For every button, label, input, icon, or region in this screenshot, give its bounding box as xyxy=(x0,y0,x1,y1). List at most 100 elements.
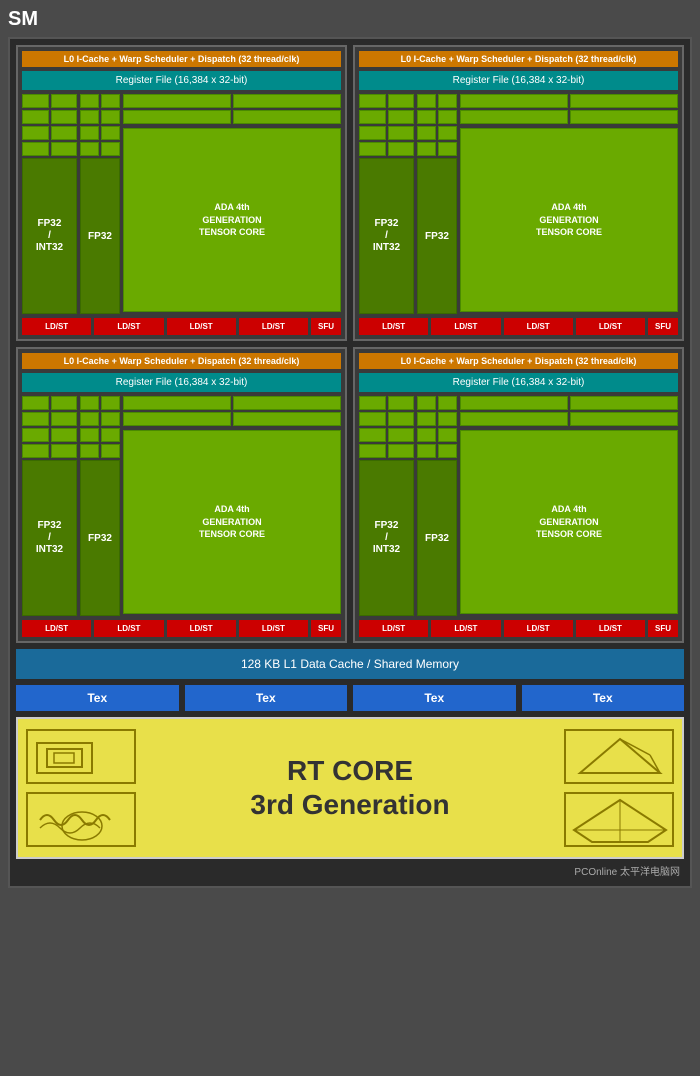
tensor-4: ADA 4th GENERATION TENSOR CORE xyxy=(460,396,678,616)
ldst-1-1: LD/ST xyxy=(22,318,91,335)
sc-7 xyxy=(22,142,49,156)
left-col-1: FP32 / INT32 xyxy=(22,94,77,314)
bvh-icon-svg xyxy=(32,733,130,781)
sc-t3 xyxy=(123,110,231,124)
tensor-3: ADA 4th GENERATION TENSOR CORE xyxy=(123,396,341,616)
ldst-2-4: LD/ST xyxy=(576,318,645,335)
rt-core-left xyxy=(26,729,146,847)
ldst-4-3: LD/ST xyxy=(504,620,573,637)
warp-scheduler-bar-2: L0 I-Cache + Warp Scheduler + Dispatch (… xyxy=(359,51,678,67)
mid-col-4: FP32 xyxy=(417,396,457,616)
warp-scheduler-bar-4: L0 I-Cache + Warp Scheduler + Dispatch (… xyxy=(359,353,678,369)
fp32-3: FP32 xyxy=(80,460,120,616)
ldst-3-4: LD/ST xyxy=(239,620,308,637)
ldst-4-4: LD/ST xyxy=(576,620,645,637)
mid-col-1: FP32 xyxy=(80,94,120,314)
register-file-bar-2: Register File (16,384 x 32-bit) xyxy=(359,71,678,90)
small-cells-top-2 xyxy=(359,94,414,156)
quadrant-3: L0 I-Cache + Warp Scheduler + Dispatch (… xyxy=(16,347,347,643)
left-col-3: FP32 / INT32 xyxy=(22,396,77,616)
sc-t1 xyxy=(123,94,231,108)
ldst-4-2: LD/ST xyxy=(431,620,500,637)
small-cells-top-1 xyxy=(22,94,77,156)
sm-outer-box: L0 I-Cache + Warp Scheduler + Dispatch (… xyxy=(8,37,692,888)
tensor-1: ADA 4th GENERATION TENSOR CORE xyxy=(123,94,341,314)
tensor-2: ADA 4th GENERATION TENSOR CORE xyxy=(460,94,678,314)
procedural-icon xyxy=(26,792,136,847)
fp32-int32-4: FP32 / INT32 xyxy=(359,460,414,616)
bottom-units-4: LD/ST LD/ST LD/ST LD/ST SFU xyxy=(359,620,678,637)
tex-row: Tex Tex Tex Tex xyxy=(16,685,684,711)
ldst-1-4: LD/ST xyxy=(239,318,308,335)
mid-col-3: FP32 xyxy=(80,396,120,616)
sc-1 xyxy=(22,94,49,108)
ldst-3-2: LD/ST xyxy=(94,620,163,637)
triangle-icon xyxy=(564,729,674,784)
fp32-4: FP32 xyxy=(417,460,457,616)
ldst-2-3: LD/ST xyxy=(504,318,573,335)
quadrant-2: L0 I-Cache + Warp Scheduler + Dispatch (… xyxy=(353,45,684,341)
tensor-core-2: ADA 4th GENERATION TENSOR CORE xyxy=(460,128,678,312)
small-cells-mid-top-1 xyxy=(80,94,120,156)
tex-unit-1: Tex xyxy=(16,685,179,711)
sm-title: SM xyxy=(8,8,692,31)
tex-unit-2: Tex xyxy=(185,685,348,711)
tex-unit-3: Tex xyxy=(353,685,516,711)
sc-2 xyxy=(51,94,78,108)
tensor-core-1: ADA 4th GENERATION TENSOR CORE xyxy=(123,128,341,312)
ldst-2-1: LD/ST xyxy=(359,318,428,335)
sc-m6 xyxy=(101,126,120,140)
ldst-4-1: LD/ST xyxy=(359,620,428,637)
sc-3 xyxy=(22,110,49,124)
sc-5 xyxy=(22,126,49,140)
fp32-int32-2: FP32 / INT32 xyxy=(359,158,414,314)
tex-unit-4: Tex xyxy=(522,685,685,711)
ldst-2-2: LD/ST xyxy=(431,318,500,335)
fp32-1: FP32 xyxy=(80,158,120,314)
sc-m8 xyxy=(101,142,120,156)
fp32-int32-1: FP32 / INT32 xyxy=(22,158,77,314)
cores-main-3: FP32 / INT32 FP32 xyxy=(22,396,341,616)
rt-core-title: RT CORE 3rd Generation xyxy=(146,754,554,821)
quadrant-1: L0 I-Cache + Warp Scheduler + Dispatch (… xyxy=(16,45,347,341)
tensor-core-4: ADA 4th GENERATION TENSOR CORE xyxy=(460,430,678,614)
fp32-2: FP32 xyxy=(417,158,457,314)
sc-m3 xyxy=(80,110,99,124)
ldst-1-2: LD/ST xyxy=(94,318,163,335)
quadrant-4: L0 I-Cache + Warp Scheduler + Dispatch (… xyxy=(353,347,684,643)
geometry-icon xyxy=(564,792,674,847)
watermark: PCOnline 太平洋电脑网 xyxy=(16,861,684,880)
register-file-bar-3: Register File (16,384 x 32-bit) xyxy=(22,373,341,392)
ldst-3-1: LD/ST xyxy=(22,620,91,637)
sc-m5 xyxy=(80,126,99,140)
cores-main-4: FP32 / INT32 FP32 xyxy=(359,396,678,616)
rt-core-right xyxy=(554,729,674,847)
fp32-int32-3: FP32 / INT32 xyxy=(22,460,77,616)
register-file-bar-4: Register File (16,384 x 32-bit) xyxy=(359,373,678,392)
triangle-icon-svg xyxy=(570,733,668,781)
ldst-1-3: LD/ST xyxy=(167,318,236,335)
bottom-units-1: LD/ST LD/ST LD/ST LD/ST SFU xyxy=(22,318,341,335)
cores-main-2: FP32 / INT32 FP32 xyxy=(359,94,678,314)
sfu-3: SFU xyxy=(311,620,341,637)
sfu-2: SFU xyxy=(648,318,678,335)
sc-6 xyxy=(51,126,78,140)
mid-col-2: FP32 xyxy=(417,94,457,314)
rt-core-center: RT CORE 3rd Generation xyxy=(146,754,554,821)
warp-scheduler-bar-1: L0 I-Cache + Warp Scheduler + Dispatch (… xyxy=(22,51,341,67)
rt-core-box: RT CORE 3rd Generation xyxy=(16,717,684,859)
bvh-icon xyxy=(26,729,136,784)
sc-t2 xyxy=(233,94,341,108)
sfu-1: SFU xyxy=(311,318,341,335)
register-file-bar-1: Register File (16,384 x 32-bit) xyxy=(22,71,341,90)
bottom-units-2: LD/ST LD/ST LD/ST LD/ST SFU xyxy=(359,318,678,335)
sc-8 xyxy=(51,142,78,156)
left-col-2: FP32 / INT32 xyxy=(359,94,414,314)
left-col-4: FP32 / INT32 xyxy=(359,396,414,616)
sc-m7 xyxy=(80,142,99,156)
geometry-icon-svg xyxy=(570,796,668,844)
sc-m2 xyxy=(101,94,120,108)
sfu-4: SFU xyxy=(648,620,678,637)
warp-scheduler-bar-3: L0 I-Cache + Warp Scheduler + Dispatch (… xyxy=(22,353,341,369)
sc-m1 xyxy=(80,94,99,108)
